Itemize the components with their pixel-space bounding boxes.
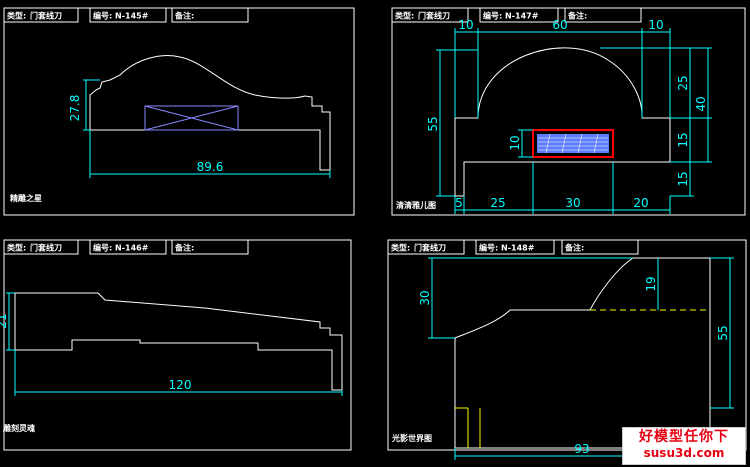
p2-dim-right-15a: 15 bbox=[676, 132, 690, 147]
p4-dim-mid-19: 19 bbox=[644, 276, 658, 291]
panel-1-number-label: 编号: bbox=[93, 11, 112, 21]
p1-dim-width: 89.6 bbox=[197, 160, 224, 174]
panel-4-type-label: 类型: bbox=[391, 243, 410, 253]
panel-2-insert bbox=[532, 129, 614, 158]
p2-dim-right-15b: 15 bbox=[676, 171, 690, 186]
cad-drawing-sheet: 类型: 门套线刀 编号: N-145# 备注: 精雕之星 类型: 门套线刀 编号… bbox=[0, 0, 750, 467]
panel-4-caption: 光影世界图 bbox=[391, 433, 432, 443]
panel-1-type-label: 类型: bbox=[7, 11, 26, 21]
panel-4-number-value: N-148# bbox=[501, 244, 535, 253]
p3-dim-height: 21 bbox=[0, 313, 9, 328]
p2-dim-bot-20: 20 bbox=[633, 196, 648, 210]
panel-2-type-label: 类型: bbox=[395, 11, 414, 21]
p2-dim-bot-30: 30 bbox=[565, 196, 580, 210]
p4-dim-right-55: 55 bbox=[716, 325, 730, 340]
p2-dim-top-mid: 60 bbox=[552, 18, 567, 32]
p2-dim-right-25: 25 bbox=[676, 75, 690, 90]
panel-2-caption: 清清雅儿图 bbox=[396, 200, 436, 210]
p2-dim-inner-10: 10 bbox=[508, 135, 522, 150]
panel-1-caption: 精雕之星 bbox=[10, 193, 42, 203]
watermark-badge: 好模型任你下 susu3d.com bbox=[622, 427, 746, 465]
p4-dim-left-30: 30 bbox=[418, 290, 432, 305]
panel-4-type-value: 门套线刀 bbox=[414, 243, 446, 253]
panel-3-number-value: N-146# bbox=[115, 244, 149, 253]
p2-dim-left-55: 55 bbox=[426, 116, 440, 131]
panel-3-type-value: 门套线刀 bbox=[30, 243, 62, 253]
p3-dim-width: 120 bbox=[169, 378, 192, 392]
panel-3-number-label: 编号: bbox=[93, 243, 112, 253]
p2-dim-bot-5: 5 bbox=[455, 196, 463, 210]
watermark-cn-text: 好模型任你下 bbox=[639, 429, 729, 445]
p2-dim-top-left: 10 bbox=[458, 18, 473, 32]
p2-dim-right-40: 40 bbox=[694, 96, 708, 111]
panel-3-type-label: 类型: bbox=[7, 243, 26, 253]
panel-2-note-label: 备注: bbox=[567, 11, 587, 21]
panel-2-number-label: 编号: bbox=[483, 11, 502, 21]
p2-dim-bot-25: 25 bbox=[490, 196, 505, 210]
panel-3-note-label: 备注: bbox=[174, 243, 194, 253]
panel-4-note-label: 备注: bbox=[564, 243, 584, 253]
panel-4-number-label: 编号: bbox=[479, 243, 498, 253]
panel-1-number-value: N-145# bbox=[115, 12, 149, 21]
p2-dim-top-right: 10 bbox=[648, 18, 663, 32]
panel-1-note-label: 备注: bbox=[174, 11, 194, 21]
p1-dim-height: 27.8 bbox=[68, 95, 82, 122]
p4-dim-width: 93 bbox=[574, 442, 589, 456]
panel-1-type-value: 门套线刀 bbox=[30, 11, 62, 21]
panel-2-type-value: 门套线刀 bbox=[418, 11, 450, 21]
watermark-url-text: susu3d.com bbox=[643, 446, 725, 460]
panel-2-number-value: N-147# bbox=[505, 12, 539, 21]
panel-3-caption: 雕刻灵魂 bbox=[3, 423, 35, 433]
